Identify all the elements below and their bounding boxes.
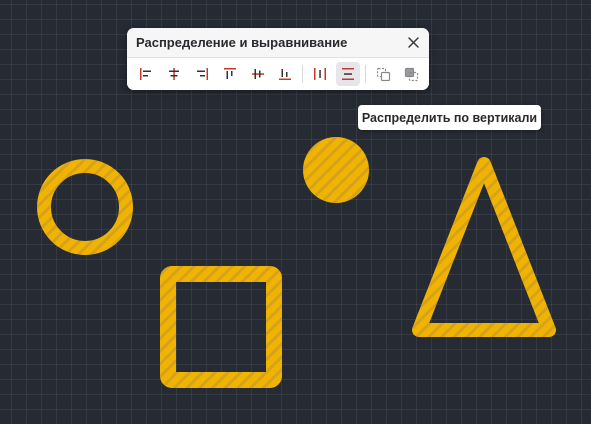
align-right-icon — [196, 68, 208, 80]
distribute-vertically-button[interactable] — [336, 62, 361, 86]
align-left-button[interactable] — [134, 62, 158, 86]
tooltip: Распределить по вертикали — [358, 105, 541, 130]
bring-to-front-button[interactable] — [371, 62, 395, 86]
align-top-button[interactable] — [218, 62, 242, 86]
align-vertical-center-button[interactable] — [246, 62, 270, 86]
align-top-icon — [223, 68, 236, 79]
bring-to-front-icon — [376, 67, 390, 81]
distribute-horizontal-icon — [314, 68, 327, 80]
distribute-vertical-icon — [342, 68, 355, 80]
align-bottom-button[interactable] — [274, 62, 298, 86]
send-to-back-button[interactable] — [399, 62, 423, 86]
toolbar-separator — [365, 65, 367, 83]
align-right-button[interactable] — [190, 62, 214, 86]
toolbar-separator — [302, 65, 304, 83]
align-vertical-center-icon — [251, 69, 264, 79]
distribute-horizontally-button[interactable] — [308, 62, 332, 86]
align-bottom-icon — [279, 69, 292, 80]
close-button[interactable] — [405, 35, 421, 51]
filled-circle-shape[interactable] — [303, 137, 369, 203]
ring-shape[interactable] — [37, 159, 133, 255]
alignment-toolbar — [127, 58, 429, 90]
triangle-shape[interactable] — [412, 157, 556, 337]
align-horizontal-center-icon — [168, 68, 179, 80]
align-left-icon — [139, 68, 151, 80]
align-distribute-panel: Распределение и выравнивание — [127, 28, 429, 90]
square-shape[interactable] — [160, 266, 282, 388]
close-icon — [407, 37, 419, 48]
panel-header: Распределение и выравнивание — [127, 28, 429, 58]
align-horizontal-center-button[interactable] — [162, 62, 186, 86]
tooltip-text: Распределить по вертикали — [361, 110, 538, 125]
panel-title: Распределение и выравнивание — [136, 35, 348, 50]
send-to-back-icon — [404, 67, 418, 81]
